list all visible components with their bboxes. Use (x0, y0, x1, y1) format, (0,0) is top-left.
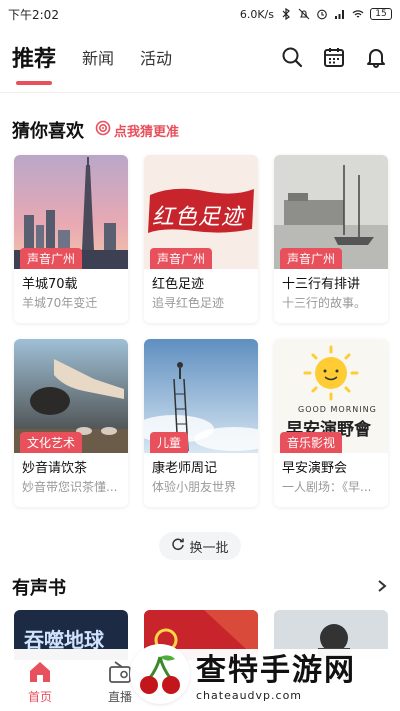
program-card[interactable]: 声音广州 十三行有排讲 十三行的故事。 (274, 155, 388, 323)
alarm-icon (316, 8, 328, 20)
program-subtitle: 羊城70年变迁 (22, 296, 98, 310)
tab-news-label: 新闻 (82, 49, 115, 68)
chevron-right-icon[interactable] (376, 578, 388, 592)
network-speed: 6.0K/s (239, 7, 274, 21)
program-subtitle: 体验小朋友世界 (152, 480, 237, 494)
header-actions (280, 45, 388, 69)
program-thumbnail: 儿童 (144, 339, 258, 453)
program-card[interactable]: 儿童 康老师周记 体验小朋友世界 (144, 339, 258, 507)
battery-icon: 15 (370, 8, 392, 20)
tab-recommend[interactable]: 推荐 (12, 41, 57, 85)
tab-news[interactable]: 新闻 (82, 45, 114, 69)
category-badge: 声音广州 (150, 248, 213, 269)
bluetooth-icon (280, 7, 292, 21)
status-indicators: 6.0K/s 15 (240, 8, 392, 21)
program-subtitle: 追寻红色足迹 (152, 296, 225, 310)
thumb-art-text: GOOD MORNING (298, 405, 377, 414)
program-title: 十三行有排讲 (282, 277, 361, 292)
section-title-guess: 猜你喜欢 (12, 121, 84, 142)
program-thumbnail: 声音广州 (274, 155, 388, 269)
tab-recommend-label: 推荐 (12, 47, 57, 72)
program-card[interactable]: 红色足迹 声音广州 红色足迹 追寻红色足迹 (144, 155, 258, 323)
thumb-art-text: 红色足迹 (152, 205, 245, 230)
nav-home[interactable]: 首页 (0, 658, 80, 705)
category-badge: 文化艺术 (20, 432, 83, 453)
program-card[interactable]: GOOD MORNING 早安演野會 音乐影视 早安演野会 一人剧场：《早... (274, 339, 388, 507)
signal-icon (334, 8, 346, 20)
mute-icon (298, 8, 310, 20)
search-icon[interactable] (280, 45, 304, 69)
status-bar: 下午2:02 6.0K/s 15 (0, 0, 400, 28)
refresh-batch-button[interactable]: 换一批 (159, 532, 241, 560)
cherry-logo-icon (130, 643, 190, 704)
guess-refine-link[interactable]: 点我猜更准 (95, 120, 179, 140)
program-thumbnail: 声音广州 (14, 155, 128, 269)
radar-icon (95, 120, 111, 140)
wifi-icon (352, 8, 364, 20)
calendar-icon[interactable] (322, 45, 346, 69)
program-thumbnail: GOOD MORNING 早安演野會 音乐影视 (274, 339, 388, 453)
header-divider (0, 92, 400, 93)
program-title: 妙音请饮茶 (22, 461, 88, 476)
tab-events[interactable]: 活动 (140, 45, 172, 69)
program-title: 羊城70载 (22, 277, 78, 292)
nav-live-label: 直播 (107, 690, 132, 704)
program-subtitle: 妙音带您识茶懂... (22, 480, 118, 494)
program-thumbnail: 红色足迹 声音广州 (144, 155, 258, 269)
status-time: 下午2:02 (8, 7, 59, 22)
guess-refine-label: 点我猜更准 (114, 124, 180, 140)
tab-events-label: 活动 (140, 49, 173, 68)
program-title: 红色足迹 (152, 277, 205, 292)
watermark-text: 查特手游网 chateaudvp.com (196, 645, 356, 702)
program-subtitle: 一人剧场：《早... (282, 480, 372, 494)
category-badge: 声音广州 (280, 248, 343, 269)
site-watermark: 查特手游网 chateaudvp.com (130, 636, 400, 711)
category-badge: 声音广州 (20, 248, 83, 269)
program-title: 早安演野会 (282, 461, 348, 476)
section-title-audiobooks: 有声书 (12, 578, 66, 599)
program-card[interactable]: 文化艺术 妙音请饮茶 妙音带您识茶懂... (14, 339, 128, 507)
refresh-label: 换一批 (189, 540, 229, 556)
watermark-url: chateaudvp.com (196, 689, 303, 702)
top-header: 推荐 新闻 活动 (0, 28, 400, 86)
active-tab-indicator (16, 81, 53, 85)
recommend-grid: 声音广州 羊城70载 羊城70年变迁 红色足迹 声音广州 红色足迹 追寻红色足迹 (14, 155, 388, 507)
bell-icon[interactable] (364, 45, 388, 69)
category-badge: 音乐影视 (280, 432, 343, 453)
program-thumbnail: 文化艺术 (14, 339, 128, 453)
refresh-icon (171, 537, 185, 555)
category-badge: 儿童 (150, 432, 189, 453)
program-card[interactable]: 声音广州 羊城70载 羊城70年变迁 (14, 155, 128, 323)
nav-home-label: 首页 (27, 690, 52, 704)
program-subtitle: 十三行的故事。 (282, 296, 367, 310)
home-icon (26, 658, 54, 686)
program-title: 康老师周记 (152, 461, 218, 476)
watermark-title: 查特手游网 (196, 653, 356, 688)
